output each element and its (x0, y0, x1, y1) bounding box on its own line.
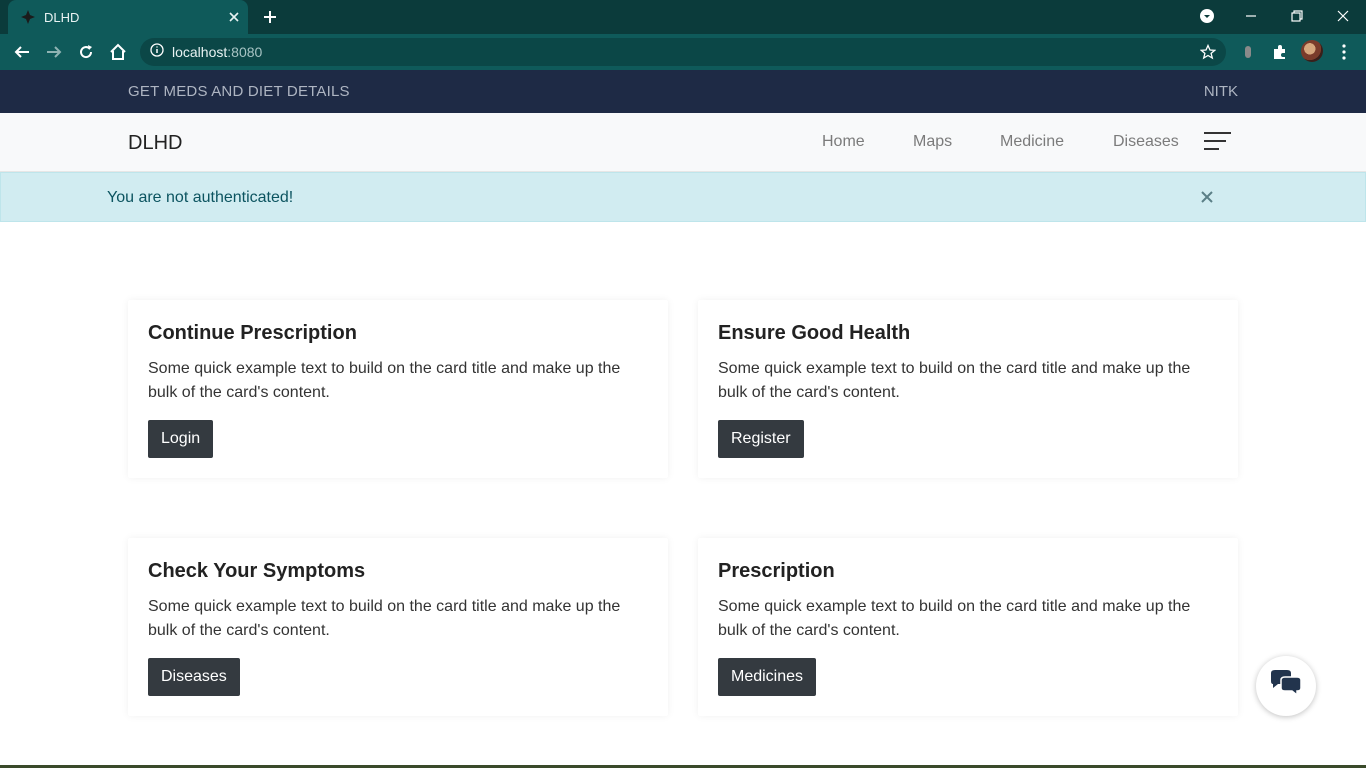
nav-link-maps[interactable]: Maps (913, 133, 952, 151)
chat-bubbles-icon (1268, 669, 1304, 704)
tab-close-icon[interactable] (220, 3, 248, 31)
chat-widget-button[interactable] (1256, 656, 1316, 716)
browser-toolbar: localhost:8080 (0, 34, 1366, 70)
browser-tab[interactable]: DLHD (8, 0, 248, 34)
card-ensure-good-health: Ensure Good Health Some quick example te… (698, 300, 1238, 478)
card-check-symptoms: Check Your Symptoms Some quick example t… (128, 538, 668, 716)
nav-link-diseases[interactable]: Diseases (1113, 133, 1179, 151)
register-button[interactable]: Register (718, 420, 804, 458)
card-continue-prescription: Continue Prescription Some quick example… (128, 300, 668, 478)
card-title: Ensure Good Health (718, 322, 911, 344)
card-text: Some quick example text to build on the … (148, 598, 621, 639)
topbar-tagline: GET MEDS AND DIET DETAILS (128, 83, 350, 100)
diseases-button[interactable]: Diseases (148, 658, 240, 696)
window-close-icon[interactable] (1320, 0, 1366, 32)
brand-logo[interactable]: DLHD (128, 132, 182, 155)
site-topbar: GET MEDS AND DIET DETAILS NITK (0, 70, 1366, 113)
login-button[interactable]: Login (148, 420, 214, 458)
topbar-org: NITK (1203, 83, 1238, 100)
bookmark-star-icon[interactable] (1199, 43, 1217, 65)
restore-icon[interactable] (1274, 0, 1320, 32)
main-navbar: DLHD Home Maps Medicine Diseases (0, 113, 1366, 172)
reload-icon[interactable] (72, 38, 100, 66)
extensions-puzzle-icon[interactable] (1270, 42, 1290, 62)
url-text: localhost:8080 (172, 44, 262, 60)
home-icon[interactable] (104, 38, 132, 66)
browser-menu-icon[interactable] (1334, 42, 1354, 62)
minimize-icon[interactable] (1228, 0, 1274, 32)
profile-avatar[interactable] (1301, 40, 1323, 62)
address-bar[interactable]: localhost:8080 (140, 38, 1226, 66)
tab-title: DLHD (44, 9, 80, 25)
card-text: Some quick example text to build on the … (718, 360, 1191, 401)
back-icon[interactable] (8, 38, 36, 66)
medicines-button[interactable]: Medicines (718, 658, 817, 696)
card-title: Check Your Symptoms (148, 560, 366, 582)
card-text: Some quick example text to build on the … (148, 360, 621, 401)
card-title: Prescription (718, 560, 835, 582)
extension-icon[interactable] (1238, 42, 1258, 62)
card-title: Continue Prescription (148, 322, 357, 344)
forward-icon[interactable] (40, 38, 68, 66)
site-favicon-icon (20, 9, 36, 25)
browser-tab-bar: DLHD (0, 0, 1366, 34)
auth-alert: You are not authenticated! (0, 172, 1366, 222)
nav-link-medicine[interactable]: Medicine (1000, 133, 1064, 151)
hamburger-menu-icon[interactable] (1204, 132, 1231, 154)
card-text: Some quick example text to build on the … (718, 598, 1191, 639)
nav-link-home[interactable]: Home (822, 133, 865, 151)
url-host: localhost (172, 44, 228, 60)
alert-message: You are not authenticated! (107, 189, 294, 206)
profile-dropdown-icon[interactable] (1184, 0, 1230, 32)
info-icon[interactable] (150, 42, 164, 62)
url-port: :8080 (227, 44, 263, 60)
new-tab-icon[interactable] (258, 5, 282, 29)
alert-close-icon[interactable] (1200, 190, 1216, 206)
card-prescription: Prescription Some quick example text to … (698, 538, 1238, 716)
